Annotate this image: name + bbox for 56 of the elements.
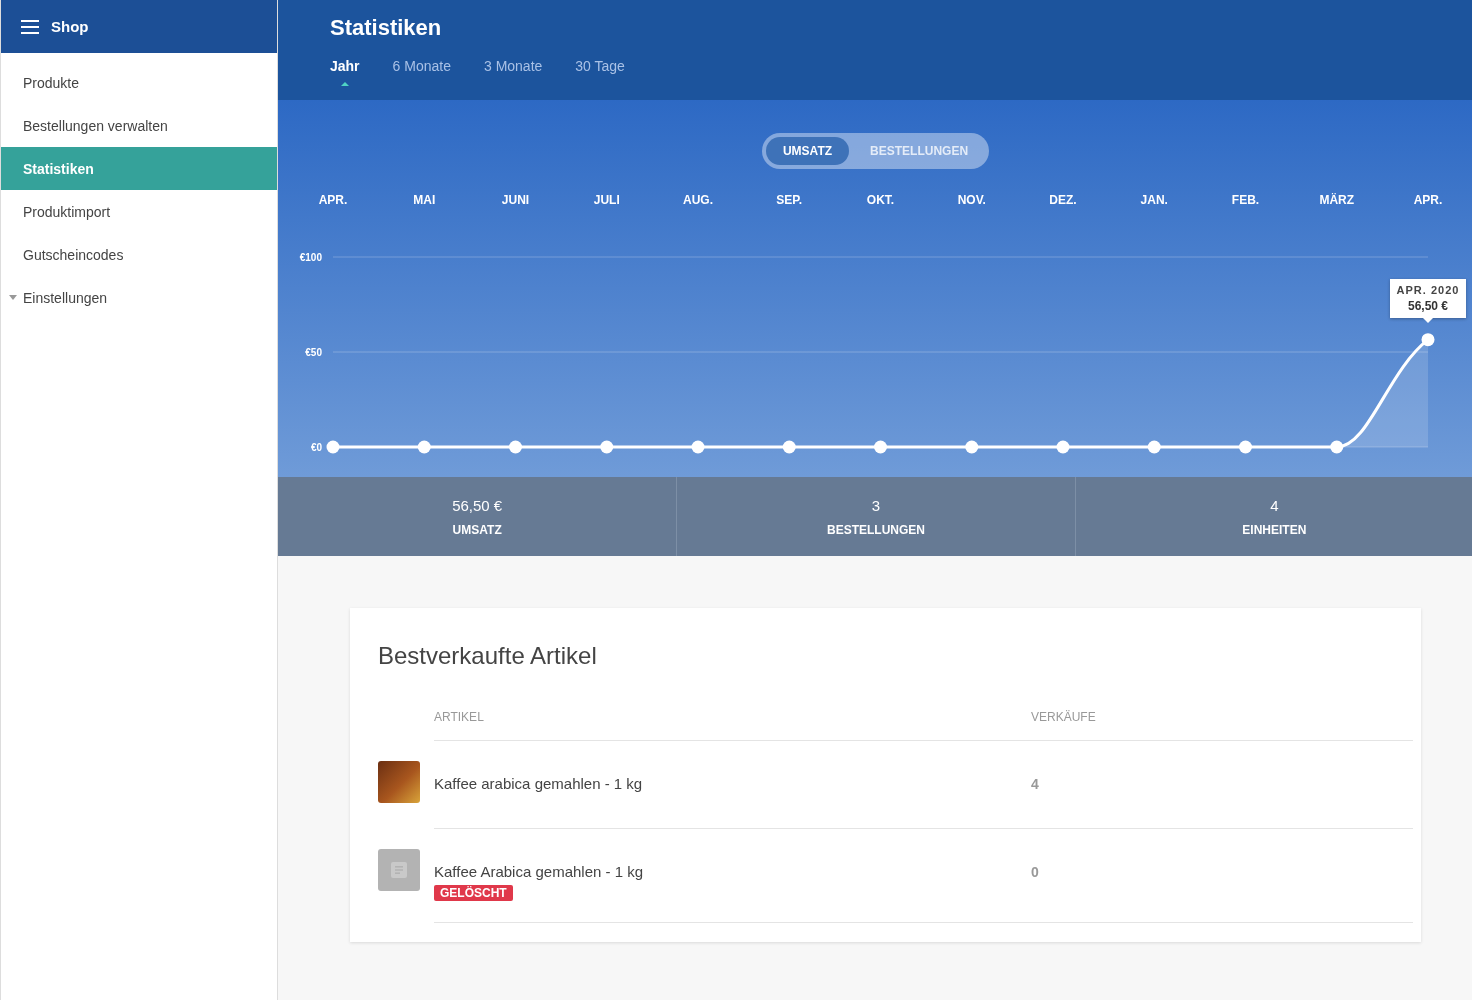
- month-label: MAI: [413, 193, 436, 207]
- data-point[interactable]: [782, 440, 796, 454]
- period-tab[interactable]: 6 Monate: [392, 54, 451, 88]
- period-tab[interactable]: 3 Monate: [483, 54, 543, 88]
- stat-label: BESTELLUNGEN: [827, 522, 925, 537]
- caret-icon: [9, 295, 17, 300]
- month-label: JUNI: [501, 193, 530, 207]
- month-label: APR.: [318, 193, 348, 207]
- data-point[interactable]: [1056, 440, 1070, 454]
- data-point[interactable]: [326, 440, 340, 454]
- month-label: NOV.: [957, 193, 986, 207]
- column-header: ARTIKEL: [434, 710, 1031, 741]
- stat-value: 56,50 €: [452, 496, 503, 514]
- app-title: Shop: [51, 18, 89, 35]
- column-header: VERKÄUFE: [1031, 710, 1413, 741]
- y-axis-label: €0: [310, 442, 322, 453]
- data-point[interactable]: [600, 440, 614, 454]
- month-label: JULI: [593, 193, 620, 207]
- photo-placeholder: [378, 761, 420, 803]
- y-axis-label: €100: [299, 252, 322, 263]
- y-axis-label: €50: [305, 347, 322, 358]
- period-tab[interactable]: 30 Tage: [575, 54, 625, 88]
- metric-option[interactable]: UMSATZ: [765, 137, 850, 165]
- data-point[interactable]: [1147, 440, 1161, 454]
- month-label: FEB.: [1231, 193, 1260, 207]
- data-point[interactable]: [1421, 333, 1435, 347]
- page-title: Statistiken: [330, 14, 443, 42]
- image-placeholder-icon: [378, 849, 420, 891]
- month-label: MÄRZ: [1319, 193, 1355, 207]
- stat-value: 4: [1270, 496, 1279, 514]
- data-point[interactable]: [509, 440, 522, 454]
- month-label: DEZ.: [1049, 193, 1077, 207]
- data-point[interactable]: [1330, 440, 1344, 454]
- stat-value: 3: [871, 496, 881, 514]
- stat-label: UMSATZ: [452, 522, 502, 537]
- deleted-badge: GELÖSCHT: [434, 885, 513, 901]
- sales-count: 4: [1031, 776, 1039, 792]
- stat-label: EINHEITEN: [1242, 522, 1307, 537]
- month-label: AUG.: [683, 193, 713, 207]
- month-label: APR.: [1413, 193, 1443, 207]
- tooltip-date: APR. 2020: [1396, 284, 1460, 296]
- tooltip-value: 56,50 €: [1407, 299, 1448, 313]
- menu-icon[interactable]: [21, 19, 39, 34]
- period-tab[interactable]: Jahr: [330, 54, 360, 88]
- data-point[interactable]: [965, 440, 979, 454]
- product-name: Kaffee Arabica gemahlen - 1 kg: [434, 863, 645, 880]
- data-point[interactable]: [417, 440, 431, 454]
- month-label: SEP.: [776, 193, 803, 207]
- month-label: OKT.: [866, 193, 895, 207]
- product-name: Kaffee arabica gemahlen - 1 kg: [434, 775, 644, 792]
- data-point[interactable]: [1239, 440, 1252, 454]
- card-title: Bestverkaufte Artikel: [378, 642, 598, 670]
- sales-count: 0: [1031, 864, 1039, 880]
- data-point[interactable]: [691, 440, 705, 454]
- month-label: JAN.: [1140, 193, 1168, 207]
- data-point[interactable]: [874, 440, 887, 454]
